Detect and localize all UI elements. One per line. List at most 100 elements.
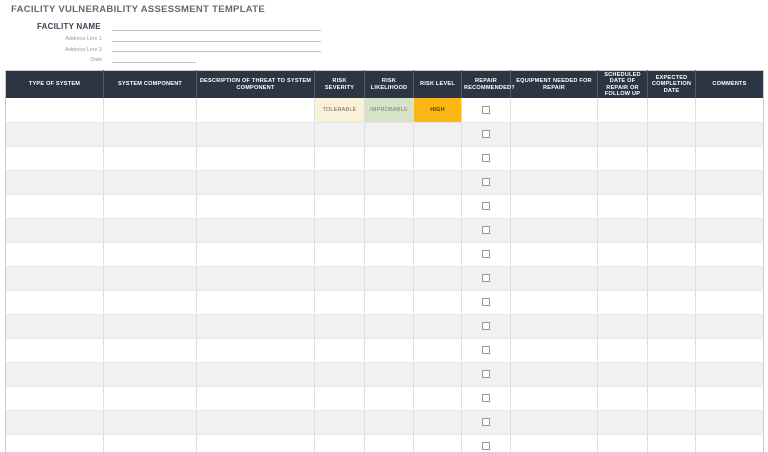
- table-cell[interactable]: [104, 122, 197, 146]
- table-cell[interactable]: [648, 98, 696, 122]
- table-cell[interactable]: [598, 146, 648, 170]
- table-cell[interactable]: [598, 98, 648, 122]
- table-cell[interactable]: [648, 314, 696, 338]
- table-cell[interactable]: [104, 410, 197, 434]
- table-cell[interactable]: [197, 386, 315, 410]
- table-cell[interactable]: [197, 314, 315, 338]
- facility-name-field[interactable]: [112, 21, 321, 31]
- table-cell[interactable]: [414, 194, 462, 218]
- table-cell[interactable]: [104, 146, 197, 170]
- table-cell[interactable]: [414, 122, 462, 146]
- table-cell[interactable]: [6, 314, 104, 338]
- table-cell[interactable]: [696, 146, 764, 170]
- table-cell[interactable]: [598, 386, 648, 410]
- repair-recommended-cell[interactable]: [462, 410, 511, 434]
- table-cell[interactable]: [511, 170, 598, 194]
- table-cell[interactable]: [6, 98, 104, 122]
- table-cell[interactable]: [197, 410, 315, 434]
- repair-recommended-cell[interactable]: [462, 338, 511, 362]
- repair-checkbox[interactable]: [482, 370, 490, 378]
- table-cell[interactable]: [6, 362, 104, 386]
- table-cell[interactable]: [648, 242, 696, 266]
- repair-recommended-cell[interactable]: [462, 386, 511, 410]
- repair-checkbox[interactable]: [482, 226, 490, 234]
- table-cell[interactable]: [414, 314, 462, 338]
- table-cell[interactable]: [414, 362, 462, 386]
- table-cell[interactable]: [511, 194, 598, 218]
- table-cell[interactable]: [315, 338, 365, 362]
- table-cell[interactable]: [315, 290, 365, 314]
- table-cell[interactable]: [197, 338, 315, 362]
- repair-recommended-cell[interactable]: [462, 314, 511, 338]
- table-cell[interactable]: [511, 242, 598, 266]
- table-cell[interactable]: [197, 122, 315, 146]
- table-cell[interactable]: [315, 314, 365, 338]
- table-cell[interactable]: [365, 410, 414, 434]
- table-cell[interactable]: [648, 410, 696, 434]
- table-cell[interactable]: [414, 338, 462, 362]
- table-cell[interactable]: [511, 338, 598, 362]
- table-cell[interactable]: [648, 122, 696, 146]
- table-cell[interactable]: [365, 242, 414, 266]
- repair-recommended-cell[interactable]: [462, 122, 511, 146]
- table-cell[interactable]: [365, 434, 414, 452]
- table-cell[interactable]: [696, 266, 764, 290]
- table-cell[interactable]: [6, 338, 104, 362]
- table-cell[interactable]: [511, 266, 598, 290]
- table-cell[interactable]: [315, 242, 365, 266]
- table-cell[interactable]: [197, 194, 315, 218]
- table-cell[interactable]: [648, 338, 696, 362]
- table-cell[interactable]: [511, 314, 598, 338]
- table-cell[interactable]: [365, 338, 414, 362]
- table-cell[interactable]: [6, 266, 104, 290]
- table-cell[interactable]: [414, 386, 462, 410]
- table-cell[interactable]: [696, 338, 764, 362]
- table-cell[interactable]: [696, 194, 764, 218]
- table-cell[interactable]: [511, 218, 598, 242]
- repair-checkbox[interactable]: [482, 154, 490, 162]
- table-cell[interactable]: [104, 218, 197, 242]
- repair-recommended-cell[interactable]: [462, 266, 511, 290]
- table-cell[interactable]: [104, 194, 197, 218]
- repair-recommended-cell[interactable]: [462, 98, 511, 122]
- repair-checkbox[interactable]: [482, 442, 490, 450]
- table-cell[interactable]: [511, 290, 598, 314]
- table-cell[interactable]: [414, 290, 462, 314]
- table-cell[interactable]: [511, 122, 598, 146]
- table-cell[interactable]: [696, 434, 764, 452]
- table-cell[interactable]: [414, 218, 462, 242]
- risk-severity-cell[interactable]: TOLERABLE: [315, 98, 365, 122]
- repair-recommended-cell[interactable]: [462, 362, 511, 386]
- table-cell[interactable]: [197, 146, 315, 170]
- table-cell[interactable]: [648, 434, 696, 452]
- table-cell[interactable]: [315, 362, 365, 386]
- table-cell[interactable]: [511, 410, 598, 434]
- table-cell[interactable]: [696, 218, 764, 242]
- table-cell[interactable]: [648, 266, 696, 290]
- table-cell[interactable]: [315, 410, 365, 434]
- repair-recommended-cell[interactable]: [462, 146, 511, 170]
- table-cell[interactable]: [648, 362, 696, 386]
- table-cell[interactable]: [511, 98, 598, 122]
- table-cell[interactable]: [696, 386, 764, 410]
- table-cell[interactable]: [6, 194, 104, 218]
- table-cell[interactable]: [696, 170, 764, 194]
- table-cell[interactable]: [598, 290, 648, 314]
- table-cell[interactable]: [414, 170, 462, 194]
- table-cell[interactable]: [104, 242, 197, 266]
- table-cell[interactable]: [365, 194, 414, 218]
- table-cell[interactable]: [598, 410, 648, 434]
- table-cell[interactable]: [104, 170, 197, 194]
- table-cell[interactable]: [6, 290, 104, 314]
- table-cell[interactable]: [197, 218, 315, 242]
- table-cell[interactable]: [414, 434, 462, 452]
- table-cell[interactable]: [598, 266, 648, 290]
- repair-checkbox[interactable]: [482, 418, 490, 426]
- table-cell[interactable]: [414, 146, 462, 170]
- table-cell[interactable]: [197, 170, 315, 194]
- table-cell[interactable]: [648, 146, 696, 170]
- table-cell[interactable]: [197, 98, 315, 122]
- table-cell[interactable]: [365, 314, 414, 338]
- table-cell[interactable]: [598, 170, 648, 194]
- table-cell[interactable]: [197, 362, 315, 386]
